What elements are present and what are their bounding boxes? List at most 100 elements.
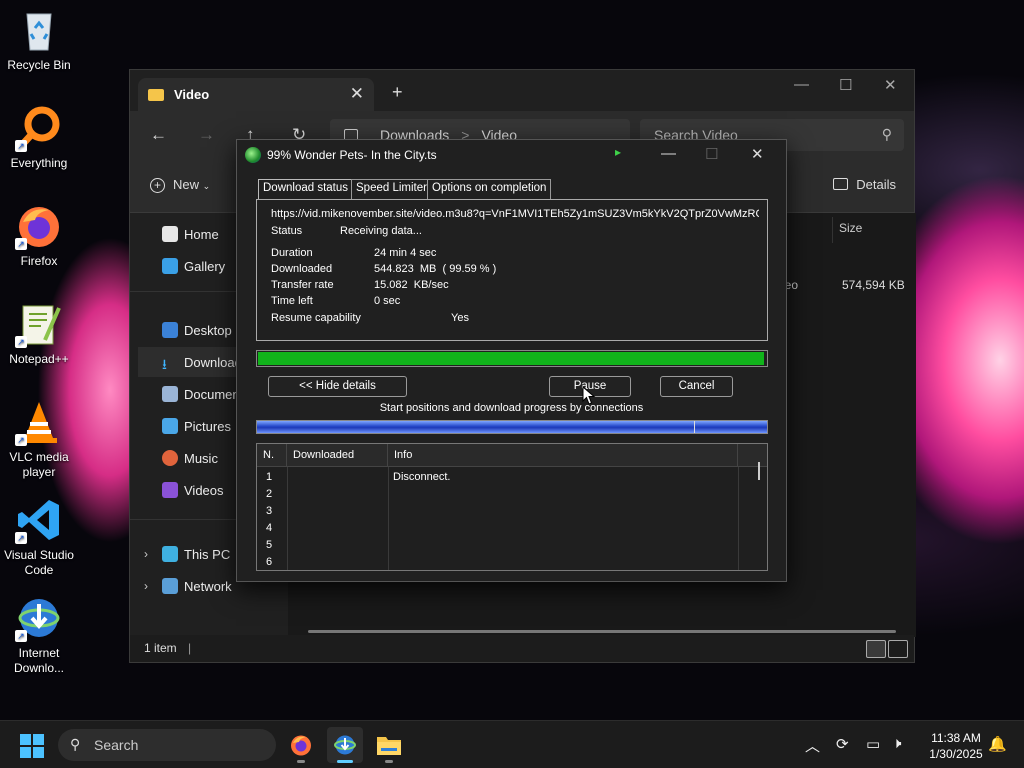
item-count: 1 item	[144, 641, 177, 655]
volume-muted-icon[interactable]: 🕨	[892, 735, 901, 752]
sidebar-item-label: Desktop	[184, 322, 232, 338]
plus-circle-icon: +	[150, 178, 165, 193]
taskbar: ⚲ Search ︿ ⟳ ▭ 🕨 11:38 AM 1/30/2025 🔔	[0, 720, 1024, 768]
table-row-info: Disconnect.	[393, 471, 451, 483]
gallery-icon	[162, 258, 178, 274]
resume-capability-label: Resume capability	[271, 312, 361, 324]
desktop-icon-notepadpp[interactable]: ↗ Notepad++	[0, 300, 78, 367]
chevron-down-icon: ⌄	[202, 181, 211, 191]
table-row-number: 3	[266, 505, 273, 517]
start-button-windows-icon[interactable]	[20, 734, 44, 758]
desktop-icon-vlc[interactable]: ↗ VLC media player	[0, 398, 78, 480]
desktop-icon-recycle-bin[interactable]: Recycle Bin	[0, 6, 78, 73]
internet-download-manager-icon: ↗	[15, 594, 63, 642]
desktop-icon-everything[interactable]: ↗ Everything	[0, 104, 78, 171]
desktop-icon-vscode[interactable]: ↗ Visual Studio Code	[0, 496, 78, 578]
time-left-label: Time left	[271, 295, 313, 307]
firefox-icon	[291, 735, 311, 756]
everything-magnifier-icon: ↗	[15, 104, 63, 152]
back-arrow-icon[interactable]: ←	[150, 125, 167, 145]
large-icons-view-icon[interactable]	[888, 640, 908, 658]
table-row-number: 5	[266, 539, 273, 551]
minimize-icon[interactable]: —	[661, 145, 676, 162]
sidebar-item-label: This PC	[184, 546, 231, 562]
file-size-cell: 574,594 KB	[842, 278, 905, 292]
column-header-size[interactable]: Size	[832, 217, 912, 243]
sidebar-item-label: Videos	[184, 482, 224, 498]
dialog-title: 99% Wonder Pets- In the City.ts	[267, 147, 437, 162]
download-icon: ⭳	[162, 356, 167, 372]
transfer-rate-label: Transfer rate	[271, 279, 334, 291]
sidebar-item-label: Music	[184, 450, 218, 466]
transfer-rate-value: 15.082 KB/sec	[374, 279, 449, 291]
sidebar-item-label: Home	[184, 226, 219, 242]
cancel-button[interactable]: Cancel	[660, 376, 733, 397]
desktop-icon-label: Internet Downlo...	[13, 646, 65, 675]
details-label: Details	[856, 177, 896, 192]
maximize-icon[interactable]: ☐	[839, 76, 852, 94]
running-indicator	[385, 760, 393, 763]
system-clock[interactable]: 11:38 AM 1/30/2025	[920, 730, 992, 762]
vscode-icon: ↗	[15, 496, 63, 544]
column-header-number[interactable]: N.	[257, 444, 287, 467]
duration-value: 24 min 4 sec	[374, 247, 437, 259]
tray-sync-icon[interactable]: ⟳	[836, 735, 849, 753]
tab-options-on-completion[interactable]: Options on completion	[427, 179, 552, 199]
close-icon[interactable]: ✕	[884, 76, 897, 94]
notifications-bell-icon[interactable]: 🔔	[988, 735, 1007, 753]
duration-label: Duration	[271, 247, 313, 259]
close-icon[interactable]: ✕	[751, 145, 764, 163]
desktop-icon-firefox[interactable]: ↗ Firefox	[0, 202, 78, 269]
horizontal-scrollbar[interactable]	[308, 630, 896, 633]
desktop-icon-label: Notepad++	[9, 352, 69, 366]
sidebar-item-label: Gallery	[184, 258, 226, 274]
download-url: https://vid.mikenovember.site/video.m3u8…	[271, 208, 759, 220]
new-label: New	[173, 177, 200, 192]
home-icon	[162, 226, 178, 242]
downloaded-value: 544.823 MB ( 99.59 % )	[374, 263, 497, 275]
file-explorer-icon	[377, 737, 401, 755]
taskbar-app-firefox[interactable]	[283, 727, 319, 763]
taskbar-app-idm[interactable]	[327, 727, 363, 763]
desktop-folder-icon	[162, 322, 178, 338]
download-info-panel: https://vid.mikenovember.site/video.m3u8…	[256, 199, 768, 341]
hide-details-button[interactable]: << Hide details	[268, 376, 407, 397]
minimize-icon[interactable]: —	[794, 76, 809, 93]
show-hidden-icons-chevron-up-icon[interactable]: ︿	[805, 735, 820, 756]
new-button[interactable]: + New ⌄	[150, 177, 210, 193]
idm-speed-indicator-icon: ▸	[615, 145, 622, 159]
new-tab-button[interactable]: +	[392, 82, 403, 103]
details-pane-button[interactable]: Details	[833, 177, 896, 192]
network-icon	[162, 578, 178, 594]
taskbar-search-box[interactable]: ⚲ Search	[58, 729, 276, 761]
details-view-icon[interactable]	[866, 640, 886, 658]
status-bar: 1 item |	[130, 635, 914, 662]
desktop-icon-label: Firefox	[20, 254, 58, 268]
idm-download-dialog: 99% Wonder Pets- In the City.ts ▸ — ☐ ✕ …	[236, 139, 787, 582]
download-progress-bar	[256, 350, 768, 367]
desktop-icon-label: Visual Studio Code	[4, 548, 74, 577]
music-icon	[162, 450, 178, 466]
explorer-tab-video[interactable]: Video ✕	[138, 78, 374, 111]
taskbar-app-file-explorer[interactable]	[371, 727, 407, 763]
maximize-icon: ☐	[705, 146, 719, 163]
column-header-downloaded[interactable]: Downloaded	[287, 444, 388, 467]
forward-arrow-icon[interactable]: →	[198, 125, 215, 145]
table-row-number: 6	[266, 556, 273, 568]
sidebar-item-label: Network	[184, 578, 232, 594]
table-scrollbar-thumb[interactable]	[758, 462, 760, 480]
column-header-info[interactable]: Info	[388, 444, 738, 467]
tab-speed-limiter[interactable]: Speed Limiter	[351, 179, 432, 199]
downloaded-label: Downloaded	[271, 263, 333, 275]
close-tab-icon[interactable]: ✕	[350, 84, 364, 104]
explorer-tab-title: Video	[174, 87, 210, 102]
taskbar-search-placeholder: Search	[94, 737, 139, 753]
clock-time: 11:38 AM	[931, 731, 981, 745]
firefox-icon: ↗	[15, 202, 63, 250]
videos-icon	[162, 482, 178, 498]
tab-download-status[interactable]: Download status	[258, 179, 354, 200]
status-divider: |	[188, 641, 192, 655]
desktop-icon-idm[interactable]: ↗ Internet Downlo...	[0, 594, 78, 676]
connection-start-marker	[694, 421, 695, 433]
network-display-icon[interactable]: ▭	[866, 735, 880, 753]
